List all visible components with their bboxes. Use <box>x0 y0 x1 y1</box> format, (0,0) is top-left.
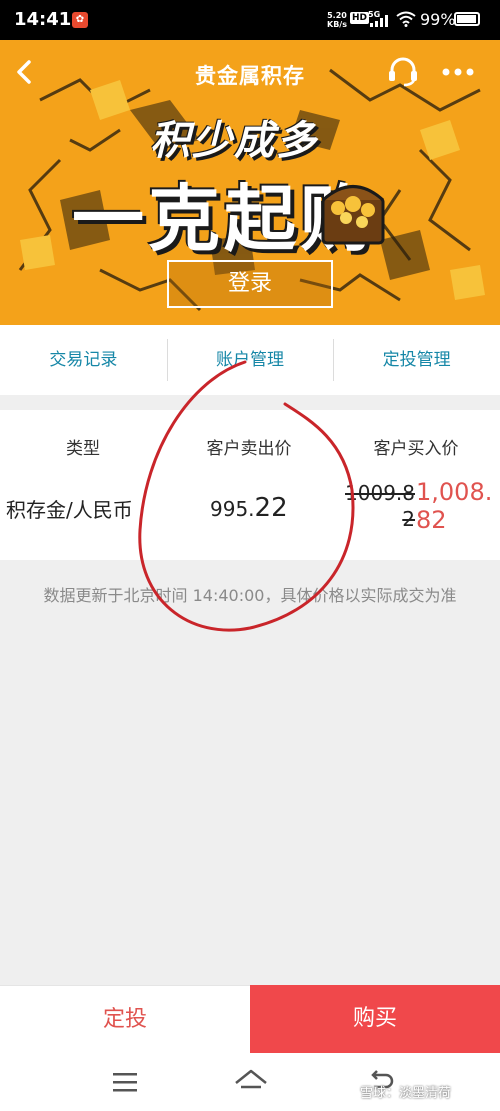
tab-transaction-records[interactable]: 交易记录 <box>0 325 167 395</box>
notification-app-icon: ✿ <box>72 12 88 28</box>
headset-icon[interactable] <box>386 54 420 88</box>
status-bar: 14:41 ✿ 5.20 KB/s HD 5G 99% <box>0 0 500 40</box>
tab-plan-management[interactable]: 定投管理 <box>333 325 500 395</box>
product-type: 积存金/人民币 <box>6 498 133 522</box>
header-buy-price: 客户买入价 <box>373 439 459 459</box>
header-type: 类型 <box>66 439 100 459</box>
svg-text:5G: 5G <box>368 10 380 19</box>
page-title: 贵金属积存 <box>195 64 305 88</box>
status-time: 14:41 <box>14 9 72 30</box>
slogan-line-1: 积少成多 <box>150 118 318 164</box>
more-dots-icon[interactable] <box>440 62 476 82</box>
hd-badge: HD <box>350 12 370 24</box>
bottom-action-bar: 定投 购买 <box>0 985 500 1053</box>
buy-price-old: 1009.82 <box>345 481 415 531</box>
sell-price: 995.22 <box>210 493 288 523</box>
header-sell-price: 客户卖出价 <box>206 439 292 459</box>
tab-account-management[interactable]: 账户管理 <box>166 325 334 395</box>
login-button[interactable]: 登录 <box>167 260 333 308</box>
function-tabs: 交易记录 账户管理 定投管理 <box>0 325 500 395</box>
promo-banner: 贵金属积存 积少成多 一克起购 登录 <box>0 40 500 325</box>
buy-price-new: 1,008.82 <box>416 478 493 534</box>
battery-icon <box>454 12 480 26</box>
wifi-icon <box>396 11 416 27</box>
treasure-chest-icon <box>321 185 385 245</box>
sell-price-main: 995. <box>210 497 255 521</box>
battery-percent: 99% <box>420 10 456 29</box>
fixed-investment-button[interactable]: 定投 <box>0 985 250 1053</box>
price-table: 类型 客户卖出价 客户买入价 积存金/人民币 995.22 1009.82 1,… <box>0 410 500 560</box>
data-update-notice: 数据更新于北京时间 14:40:00，具体价格以实际成交为准 <box>43 586 457 605</box>
sell-price-decimal: 22 <box>254 493 288 523</box>
buy-button[interactable]: 购买 <box>250 985 500 1053</box>
home-icon[interactable] <box>233 1067 269 1097</box>
network-speed: 5.20 KB/s <box>327 11 347 29</box>
watermark: 雪球：淡墨清荷 <box>360 1086 452 1101</box>
signal-5g-icon: 5G <box>368 10 388 27</box>
menu-icon[interactable] <box>112 1071 138 1093</box>
